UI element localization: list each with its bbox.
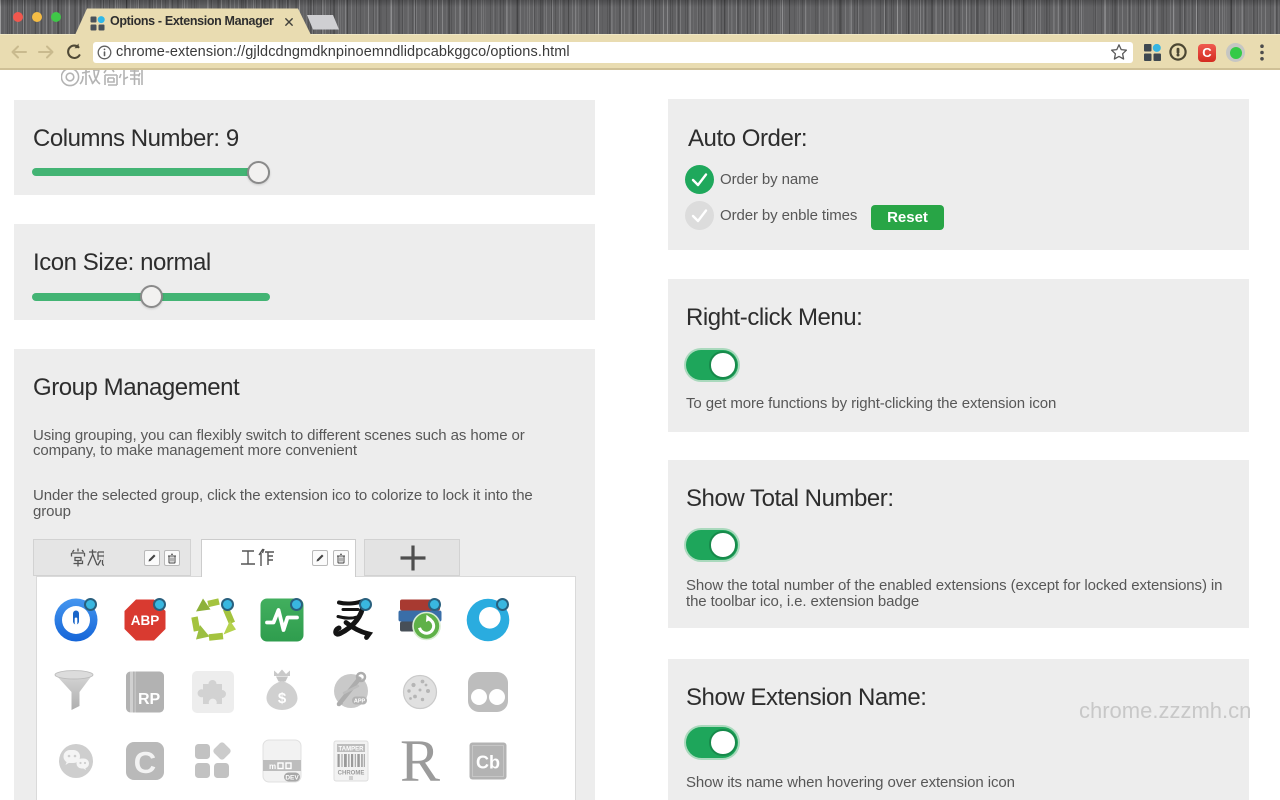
svg-text:ABP: ABP [130, 613, 159, 628]
svg-text:TAMPER: TAMPER [338, 746, 364, 752]
svg-text:Cb: Cb [476, 752, 500, 772]
svg-text:m: m [269, 762, 276, 771]
svg-text:C: C [133, 745, 155, 780]
svg-text:CHROME: CHROME [337, 770, 364, 776]
svg-text:APP: APP [354, 698, 366, 704]
svg-text:DEV: DEV [285, 774, 299, 781]
svg-text:$: $ [278, 690, 287, 707]
svg-text:RP: RP [138, 691, 161, 708]
svg-text:R: R [399, 737, 439, 785]
